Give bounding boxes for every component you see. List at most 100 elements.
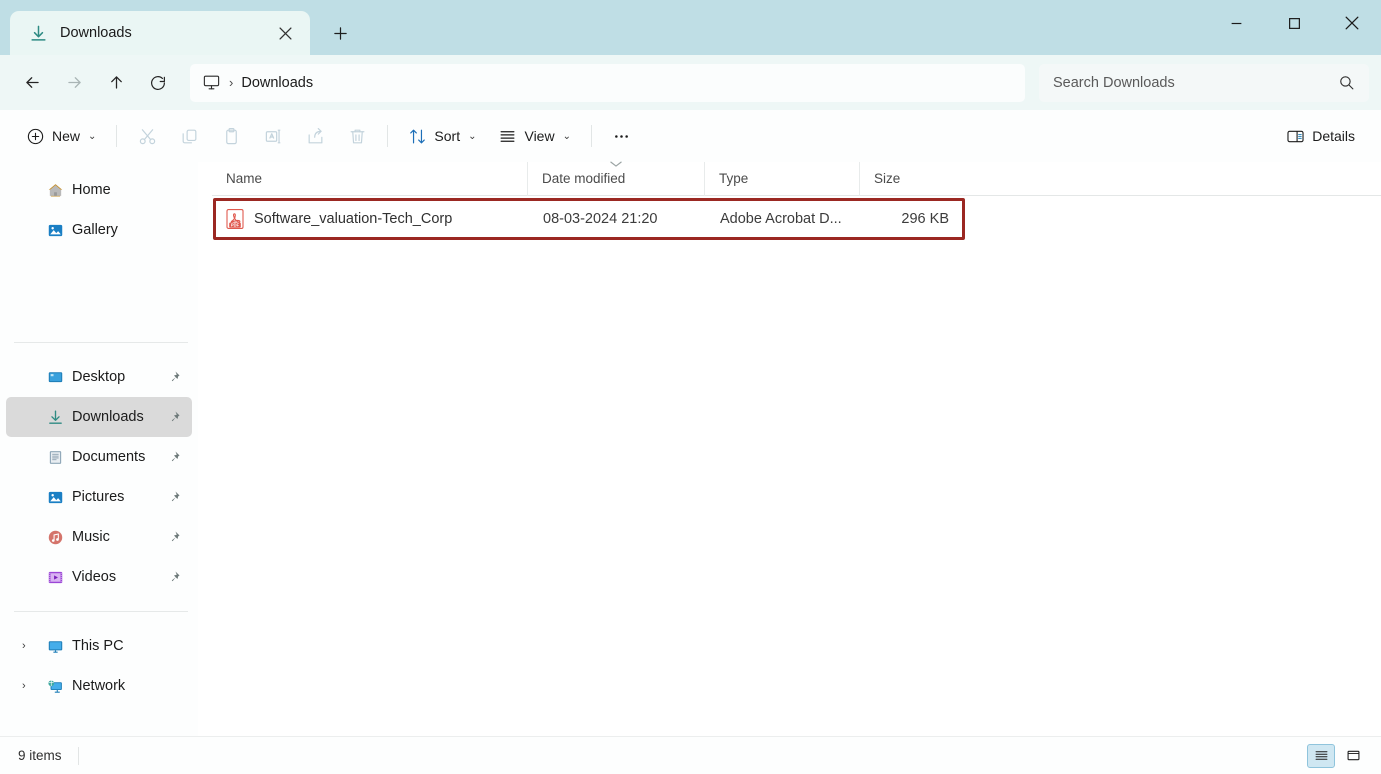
column-header-date-modified[interactable]: Date modified <box>527 161 704 196</box>
refresh-button[interactable] <box>138 65 178 101</box>
navigation-bar: › Downloads <box>0 55 1381 110</box>
toolbar-divider-1 <box>116 125 118 147</box>
network-icon <box>46 677 64 695</box>
column-headers: Name Date modified Type Size <box>212 161 1381 196</box>
new-button[interactable]: New ⌄ <box>16 118 106 154</box>
up-button[interactable] <box>96 65 136 101</box>
command-toolbar: New ⌄ Sort ⌄ View ⌄ Details <box>0 110 1381 162</box>
sidebar-item-documents[interactable]: Documents <box>6 437 192 477</box>
tab-downloads[interactable]: Downloads <box>10 11 310 55</box>
pin-icon[interactable] <box>166 409 182 425</box>
sidebar-item-this-pc[interactable]: › This PC <box>6 626 192 666</box>
search-icon[interactable] <box>1338 74 1355 91</box>
search-box[interactable] <box>1039 63 1369 102</box>
sidebar-item-music[interactable]: Music <box>6 517 192 557</box>
this-pc-icon <box>46 637 64 655</box>
address-bar[interactable]: › Downloads <box>190 63 1025 102</box>
documents-icon <box>46 448 64 466</box>
sidebar-item-network[interactable]: › Network <box>6 666 192 706</box>
share-button[interactable] <box>295 118 335 154</box>
sidebar-item-label: Gallery <box>72 222 118 238</box>
file-type-cell: Adobe Acrobat D... <box>720 211 842 227</box>
sidebar-item-label: Home <box>72 182 111 198</box>
sidebar-item-pictures[interactable]: Pictures <box>6 477 192 517</box>
sidebar-item-downloads[interactable]: Downloads <box>6 397 192 437</box>
sidebar-item-label: Music <box>72 529 110 545</box>
file-name-text: Software_valuation-Tech_Corp <box>254 211 453 227</box>
view-button[interactable]: View ⌄ <box>488 118 580 154</box>
copy-button[interactable] <box>169 118 209 154</box>
sidebar-item-label: Network <box>72 678 126 694</box>
chevron-down-icon: ⌄ <box>468 130 477 142</box>
file-list: PDF Software_valuation-Tech_Corp 08-03-2… <box>198 196 1381 736</box>
details-pane-button[interactable]: Details <box>1276 118 1365 154</box>
file-explorer-window: Downloads › Downloads Search Downloads N… <box>0 0 1381 774</box>
sidebar-item-label: This PC <box>72 638 124 654</box>
sidebar-item-label: Desktop <box>72 369 126 385</box>
file-name-cell[interactable]: PDF Software_valuation-Tech_Corp <box>214 209 529 229</box>
navigation-pane: Home Gallery Desktop Downloads Documents… <box>0 162 198 736</box>
downloads-arrow-icon <box>28 23 48 43</box>
see-more-button[interactable] <box>602 118 642 154</box>
window-controls <box>1207 0 1381 46</box>
tab-title: Downloads <box>60 25 132 41</box>
gallery-icon <box>46 221 64 239</box>
pin-icon[interactable] <box>166 569 182 585</box>
chevron-right-icon[interactable]: › <box>22 640 26 652</box>
search-input[interactable] <box>1053 74 1338 91</box>
sidebar-item-home[interactable]: Home <box>6 170 192 210</box>
delete-button[interactable] <box>337 118 377 154</box>
sort-button[interactable]: Sort ⌄ <box>398 118 486 154</box>
column-header-name[interactable]: Name <box>212 162 527 196</box>
svg-text:PDF: PDF <box>231 223 240 228</box>
file-row-container: PDF Software_valuation-Tech_Corp 08-03-2… <box>213 198 965 240</box>
column-header-type[interactable]: Type <box>704 161 859 196</box>
sidebar-item-label: Pictures <box>72 489 125 505</box>
table-row[interactable]: PDF Software_valuation-Tech_Corp 08-03-2… <box>214 199 964 239</box>
forward-button[interactable] <box>54 65 94 101</box>
sidebar-item-label: Videos <box>72 569 117 585</box>
cut-button[interactable] <box>127 118 167 154</box>
pictures-icon <box>46 488 64 506</box>
downloads-arrow-icon <box>46 408 64 426</box>
maximize-button[interactable] <box>1265 0 1323 46</box>
title-bar: Downloads <box>0 0 1381 55</box>
file-date-cell: 08-03-2024 21:20 <box>543 211 658 227</box>
sidebar-item-videos[interactable]: Videos <box>6 557 192 597</box>
tab-strip: Downloads <box>0 0 358 55</box>
large-icons-view-button[interactable] <box>1339 744 1367 768</box>
sort-button-label: Sort <box>434 128 461 144</box>
column-header-size[interactable]: Size <box>859 161 959 196</box>
chevron-down-icon: ⌄ <box>562 130 571 142</box>
music-icon <box>46 528 64 546</box>
pin-icon[interactable] <box>166 529 182 545</box>
rename-button[interactable] <box>253 118 293 154</box>
sidebar-item-gallery[interactable]: Gallery <box>6 210 192 250</box>
file-list-pane: Name Date modified Type Size PDF Softwar… <box>198 161 1381 736</box>
home-icon <box>46 181 64 199</box>
view-button-label: View <box>524 128 555 144</box>
chevron-down-icon: ⌄ <box>88 130 97 142</box>
this-pc-icon <box>202 73 221 92</box>
new-tab-button[interactable] <box>322 15 358 51</box>
breadcrumb-downloads[interactable]: Downloads <box>241 75 313 91</box>
paste-button[interactable] <box>211 118 251 154</box>
column-label: Type <box>719 171 749 186</box>
sidebar-item-desktop[interactable]: Desktop <box>6 357 192 397</box>
chevron-right-icon[interactable]: › <box>22 680 26 692</box>
close-icon[interactable] <box>270 18 300 48</box>
pin-icon[interactable] <box>166 489 182 505</box>
desktop-icon <box>46 368 64 386</box>
sidebar-divider-1 <box>14 342 188 343</box>
toolbar-divider-3 <box>590 125 592 147</box>
close-button[interactable] <box>1323 0 1381 46</box>
file-size-cell: 296 KB <box>901 211 949 227</box>
minimize-button[interactable] <box>1207 0 1265 46</box>
back-button[interactable] <box>12 65 52 101</box>
sidebar-divider-2 <box>14 611 188 612</box>
pin-icon[interactable] <box>166 449 182 465</box>
pin-icon[interactable] <box>166 369 182 385</box>
main-body: Home Gallery Desktop Downloads Documents… <box>0 161 1381 736</box>
details-view-button[interactable] <box>1307 743 1335 768</box>
